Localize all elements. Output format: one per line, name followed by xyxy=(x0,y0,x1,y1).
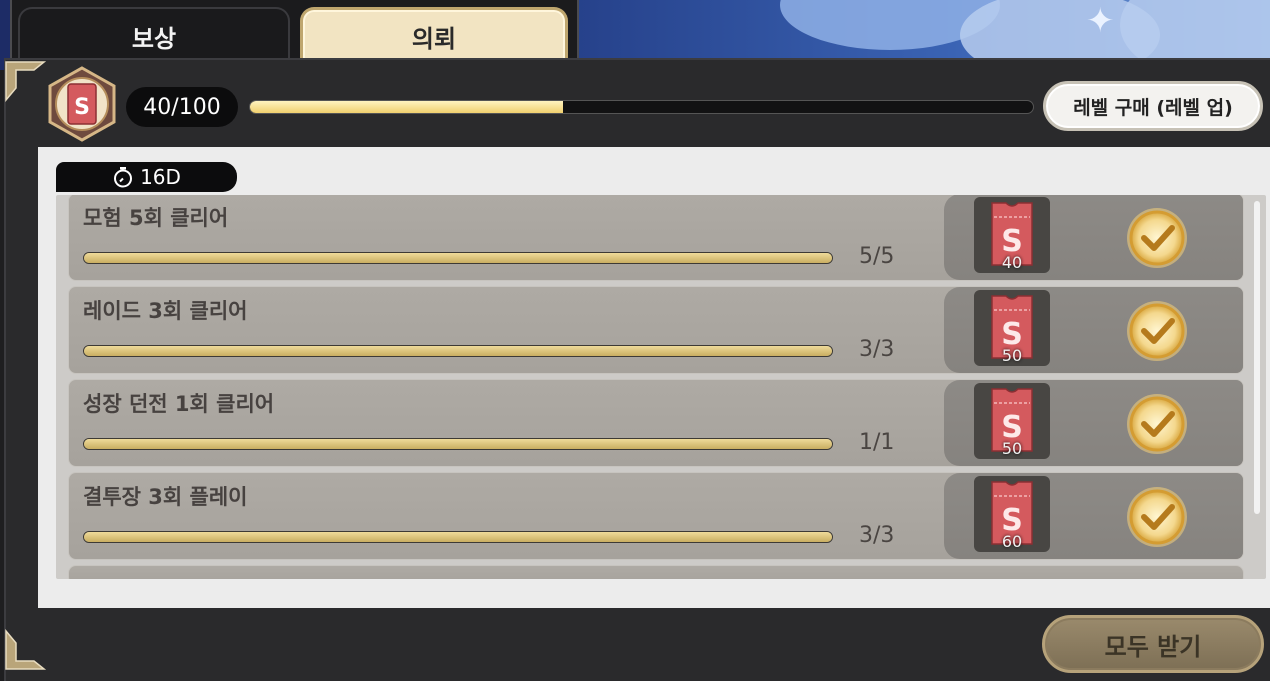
quest-count: 3/3 xyxy=(859,523,895,548)
completed-check-icon[interactable] xyxy=(1125,206,1189,270)
quest-count: 3/3 xyxy=(859,337,895,362)
quest-progress-fill xyxy=(84,253,832,263)
tab-reward[interactable]: 보상 xyxy=(18,7,290,63)
quest-title: 결투장 3회 플레이 xyxy=(83,485,248,509)
quest-progress-bar xyxy=(83,345,833,357)
completed-check-icon[interactable] xyxy=(1125,485,1189,549)
quest-list-scrollbar[interactable] xyxy=(1254,201,1260,514)
quest-title: 레이드 3회 클리어 xyxy=(83,299,248,323)
buy-level-button[interactable]: 레벨 구매 (레벨 업) xyxy=(1043,81,1263,131)
quest-row: 레이드 3회 클리어 3/3 S 50 xyxy=(68,286,1244,374)
sparkle-icon: ✦ xyxy=(1086,1,1115,41)
quest-progress-bar xyxy=(83,531,833,543)
quest-reward-amount: 40 xyxy=(1001,253,1023,272)
quest-reward-amount: 60 xyxy=(1001,532,1023,551)
quest-title: 모험 5회 클리어 xyxy=(83,206,229,230)
claim-all-button[interactable]: 모두 받기 xyxy=(1042,615,1264,673)
corner-ornament-icon xyxy=(5,61,46,102)
quest-row: 모험 5회 클리어 5/5 S 40 xyxy=(68,195,1244,281)
quest-progress-bar xyxy=(83,252,833,264)
quest-reward-amount: 50 xyxy=(1001,346,1023,365)
svg-text:S: S xyxy=(74,95,90,120)
tab-quest[interactable]: 의뢰 xyxy=(300,7,568,63)
quest-row: 결투장 3회 플레이 3/3 S 60 xyxy=(68,472,1244,560)
completed-check-icon[interactable] xyxy=(1125,392,1189,456)
quest-row: 성장 던전 1회 클리어 1/1 S 50 xyxy=(68,379,1244,467)
quest-reward-item[interactable]: S 60 xyxy=(974,476,1050,552)
level-progress-bar xyxy=(249,100,1034,114)
quest-reward-item[interactable]: S 50 xyxy=(974,383,1050,459)
quest-row xyxy=(68,565,1244,579)
level-progress-fill xyxy=(250,101,564,113)
quest-reward-item[interactable]: S 40 xyxy=(974,197,1050,273)
quest-progress-fill xyxy=(84,439,832,449)
quest-title: 성장 던전 1회 클리어 xyxy=(83,392,275,416)
time-remaining-badge: 16D xyxy=(56,162,237,192)
quest-progress-fill xyxy=(84,346,832,356)
stopwatch-icon xyxy=(114,167,133,188)
quest-reward-item[interactable]: S 50 xyxy=(974,290,1050,366)
corner-ornament-icon xyxy=(5,629,46,670)
quest-progress-fill xyxy=(84,532,832,542)
quest-count: 5/5 xyxy=(859,244,895,269)
completed-check-icon[interactable] xyxy=(1125,299,1189,363)
time-remaining-text: 16D xyxy=(140,165,181,189)
level-progress-text: 40/100 xyxy=(126,87,238,127)
quest-reward-amount: 50 xyxy=(1001,439,1023,458)
quest-list[interactable]: 모험 5회 클리어 5/5 S 40 레이드 3회 클리어 3/3 S 50 성… xyxy=(56,195,1266,579)
s-ticket-badge-icon: S xyxy=(48,66,116,142)
quest-count: 1/1 xyxy=(859,430,895,455)
quest-progress-bar xyxy=(83,438,833,450)
